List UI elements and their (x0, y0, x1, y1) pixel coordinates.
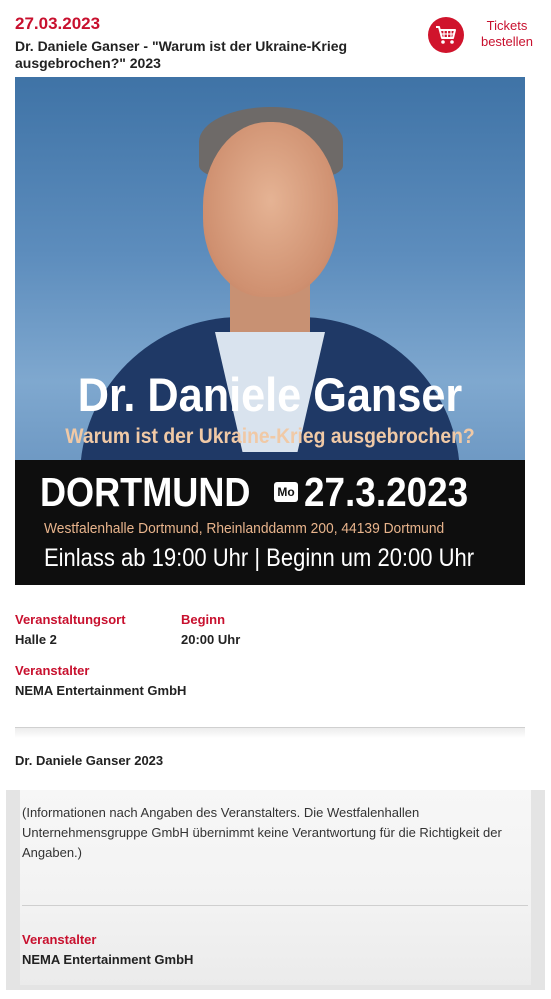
disclaimer-text: (Informationen nach Angaben des Veransta… (22, 805, 502, 860)
divider-shadow (15, 728, 525, 738)
poster-times: Einlass ab 19:00 Uhr | Beginn um 20:00 U… (44, 544, 475, 572)
poster-venue: Westfalenhalle Dortmund, Rheinlanddamm 2… (44, 520, 445, 537)
cart-icon (428, 17, 464, 53)
tickets-button[interactable]: Tickets bestellen (428, 16, 538, 56)
venue-value: Halle 2 (15, 632, 57, 647)
venue-label: Veranstaltungsort (15, 612, 126, 627)
info-organizer-label: Veranstalter (22, 932, 97, 947)
poster-name: Dr. Daniele Ganser (77, 368, 463, 421)
event-title: Dr. Daniele Ganser - "Warum ist der Ukra… (15, 38, 348, 71)
start-label: Beginn (181, 612, 226, 627)
info-organizer-value: NEMA Entertainment GmbH (22, 952, 194, 967)
poster-date: 27.3.2023 (304, 469, 469, 515)
event-date: 27.03.2023 (15, 14, 101, 33)
organizer-label: Veranstalter (15, 663, 90, 678)
poster-portrait-face (203, 122, 338, 297)
start-value: 20:00 Uhr (181, 632, 241, 647)
info-divider (22, 905, 528, 906)
organizer-value: NEMA Entertainment GmbH (15, 683, 187, 698)
event-poster: Dr. Daniele Ganser Warum ist der Ukraine… (15, 77, 525, 585)
poster-subtitle: Warum ist der Ukraine-Krieg ausgebrochen… (65, 425, 475, 448)
poster-weekday: Mo (274, 482, 298, 502)
poster-city: DORTMUND (40, 469, 251, 515)
tickets-label: Tickets bestellen (480, 18, 534, 49)
event-name: Dr. Daniele Ganser 2023 (15, 753, 164, 768)
